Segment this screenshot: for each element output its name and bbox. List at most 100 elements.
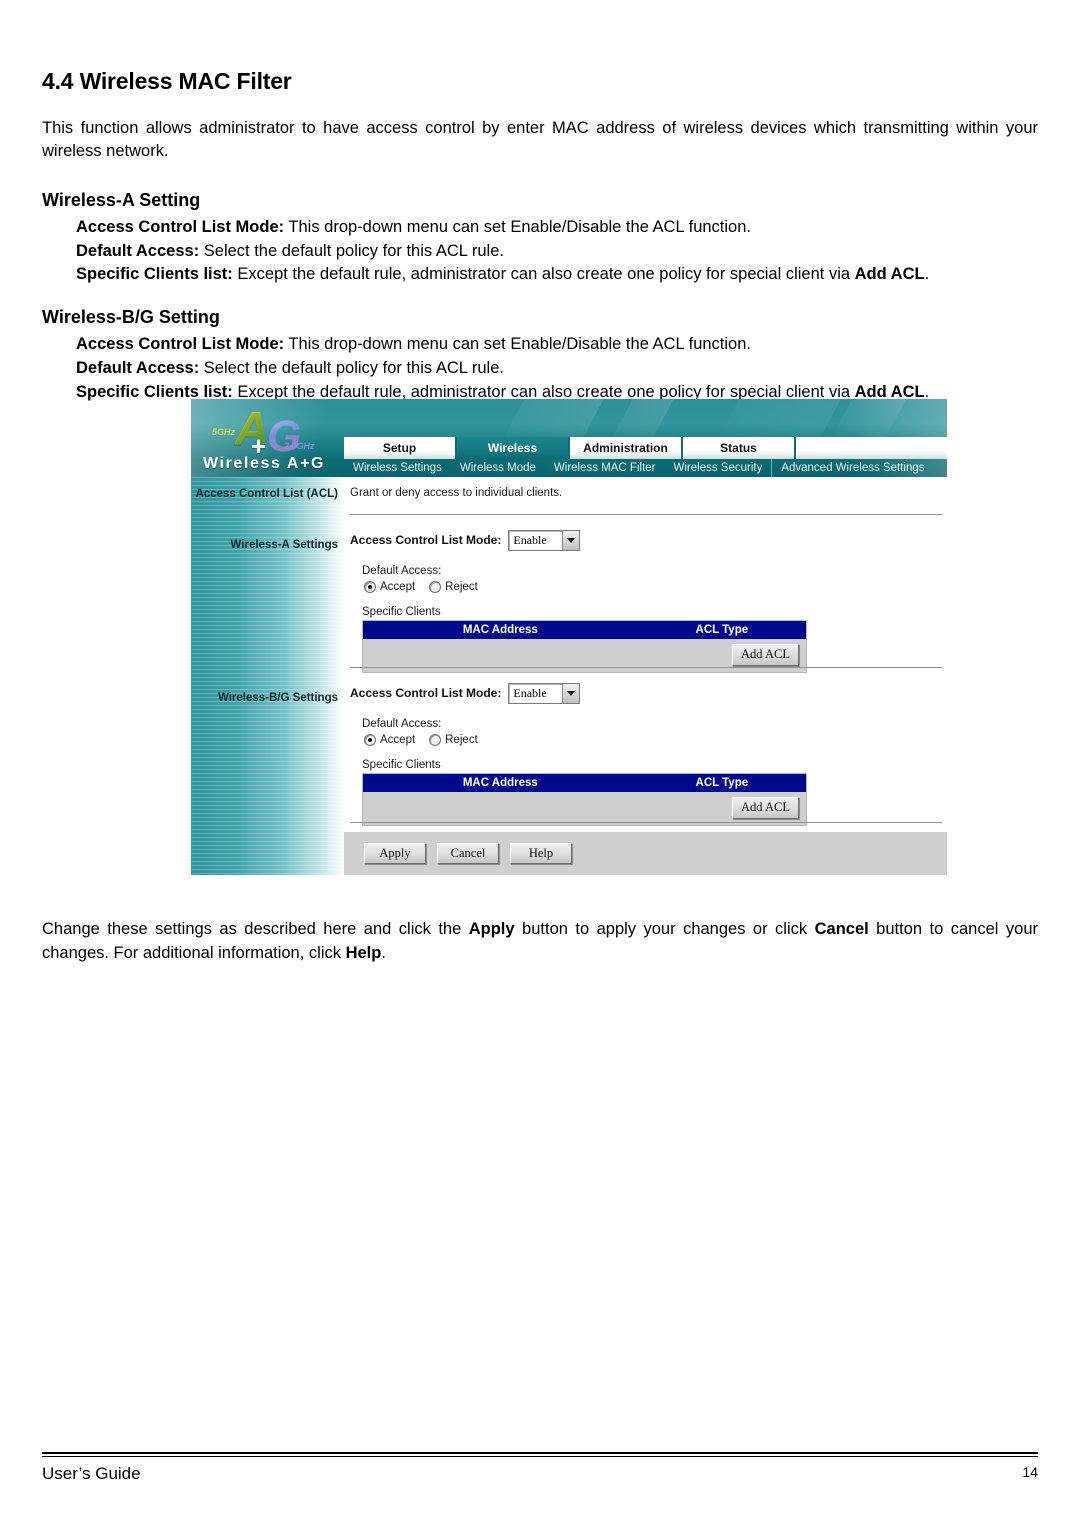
page-footer: User’s Guide 14 bbox=[42, 1452, 1038, 1484]
subtab-wireless-settings[interactable]: Wireless Settings bbox=[344, 459, 451, 477]
ui-fields-column: Grant or deny access to individual clien… bbox=[344, 477, 947, 875]
ui-side-label-column: Access Control List (ACL) Wireless-A Set… bbox=[191, 477, 344, 875]
definition-term-emphasis: Add ACL bbox=[854, 382, 925, 401]
default-access-label: Default Access: bbox=[362, 718, 442, 730]
wireless-ag-logo: 5GHz A G + 2.4GHz Wireless A+G bbox=[199, 403, 339, 475]
intro-paragraph: This function allows administrator to ha… bbox=[42, 119, 1038, 161]
outro-apply-emphasis: Apply bbox=[468, 920, 515, 938]
chevron-down-icon[interactable] bbox=[562, 683, 580, 703]
acl-mode-label: Access Control List Mode: bbox=[350, 533, 502, 547]
acl-mode-select-wireless-bg[interactable]: Enable bbox=[508, 682, 581, 704]
outro-part4: . bbox=[381, 943, 386, 962]
subtab-wireless-mode[interactable]: Wireless Mode bbox=[451, 459, 545, 477]
logo-24ghz-label: 2.4GHz bbox=[284, 441, 315, 451]
logo-letter-g: G bbox=[267, 412, 302, 461]
section-divider bbox=[350, 667, 942, 668]
definition-text-tail: . bbox=[924, 382, 930, 401]
definition-item: Default Access: Select the default polic… bbox=[76, 357, 1038, 381]
outro-help-emphasis: Help bbox=[345, 943, 382, 962]
subtab-wireless-mac-filter[interactable]: Wireless MAC Filter bbox=[545, 459, 665, 477]
radio-accept-wireless-bg[interactable]: Accept bbox=[364, 734, 415, 746]
definition-term: Access Control List Mode: bbox=[76, 335, 285, 354]
definition-item: Access Control List Mode: This drop-down… bbox=[76, 216, 1038, 240]
side-label-wireless-bg: Wireless-B/G Settings bbox=[217, 692, 338, 704]
section-divider bbox=[350, 514, 942, 515]
acl-description: Grant or deny access to individual clien… bbox=[350, 487, 563, 499]
column-header-mac-address: MAC Address bbox=[462, 777, 538, 789]
wireless-bg-settings-group: Access Control List Mode: Enable Default… bbox=[350, 682, 807, 826]
wireless-a-heading: Wireless-A Setting bbox=[42, 189, 201, 210]
definition-term: Default Access: bbox=[76, 358, 200, 377]
main-tab-bar: Setup Wireless Administration Status bbox=[344, 437, 947, 459]
tab-status[interactable]: Status bbox=[683, 437, 796, 459]
tab-administration[interactable]: Administration bbox=[570, 437, 683, 459]
ui-banner: 5GHz A G + 2.4GHz Wireless A+G Setup Wir… bbox=[191, 399, 947, 477]
footer-page-number: 14 bbox=[1022, 1463, 1038, 1480]
outro-part1: Change these settings as described here … bbox=[42, 920, 469, 938]
definition-item: Specific Clients list: Except the defaul… bbox=[76, 263, 1038, 287]
definition-term-emphasis: Add ACL bbox=[854, 265, 925, 284]
outro-part2: button to apply your changes or click bbox=[514, 920, 815, 938]
table-body-empty: Add ACL bbox=[363, 792, 806, 825]
radio-accept-wireless-a[interactable]: Accept bbox=[364, 581, 415, 593]
sub-tab-bar: Wireless Settings Wireless Mode Wireless… bbox=[344, 459, 934, 477]
radio-button-empty-icon[interactable] bbox=[429, 734, 442, 746]
definition-item: Default Access: Select the default polic… bbox=[76, 240, 1038, 264]
outro-paragraph: Change these settings as described here … bbox=[42, 918, 1038, 966]
definition-term: Access Control List Mode: bbox=[76, 217, 285, 236]
specific-clients-table-wireless-a: MAC Address ACL Type Add ACL bbox=[362, 620, 807, 673]
specific-clients-table-wireless-bg: MAC Address ACL Type Add ACL bbox=[362, 773, 807, 826]
acl-mode-row: Access Control List Mode: Enable bbox=[350, 529, 807, 551]
add-acl-button-wireless-a[interactable]: Add ACL bbox=[732, 644, 799, 666]
definition-text-tail: . bbox=[924, 265, 930, 284]
radio-button-filled-icon[interactable] bbox=[364, 734, 376, 746]
radio-button-empty-icon[interactable] bbox=[429, 581, 442, 593]
wireless-a-settings-group: Access Control List Mode: Enable Default… bbox=[350, 529, 807, 673]
radio-reject-wireless-bg[interactable]: Reject bbox=[429, 734, 478, 746]
subtab-wireless-security[interactable]: Wireless Security bbox=[665, 459, 772, 477]
ui-action-bar: Apply Cancel Help bbox=[344, 832, 947, 875]
footer-row: User’s Guide 14 bbox=[42, 1464, 1038, 1484]
acl-mode-label: Access Control List Mode: bbox=[350, 686, 502, 700]
footer-guide-label: User’s Guide bbox=[42, 1463, 141, 1483]
column-header-mac-address: MAC Address bbox=[462, 624, 538, 636]
acl-mode-row: Access Control List Mode: Enable bbox=[350, 682, 807, 704]
column-header-acl-type: ACL Type bbox=[695, 777, 749, 789]
radio-reject-label: Reject bbox=[445, 734, 478, 746]
wireless-a-definition-list: Access Control List Mode: This drop-down… bbox=[42, 216, 1038, 287]
section-divider bbox=[350, 822, 942, 823]
chevron-down-icon[interactable] bbox=[562, 530, 580, 550]
radio-button-filled-icon[interactable] bbox=[364, 581, 376, 593]
definition-text: Except the default rule, administrator c… bbox=[232, 265, 855, 284]
radio-reject-label: Reject bbox=[445, 581, 478, 593]
tab-wireless[interactable]: Wireless bbox=[457, 437, 570, 459]
radio-reject-wireless-a[interactable]: Reject bbox=[429, 581, 478, 593]
subtab-advanced-wireless-settings[interactable]: Advanced Wireless Settings bbox=[771, 459, 933, 477]
acl-mode-select-wireless-a[interactable]: Enable bbox=[508, 529, 581, 551]
add-acl-button-wireless-bg[interactable]: Add ACL bbox=[732, 797, 799, 819]
logo-5ghz-label: 5GHz bbox=[212, 427, 236, 437]
help-button[interactable]: Help bbox=[510, 842, 572, 865]
definition-term: Default Access: bbox=[76, 241, 200, 260]
default-access-radio-group-wireless-a: Accept Reject bbox=[364, 581, 807, 593]
acl-mode-selected-value: Enable bbox=[513, 685, 547, 700]
footer-divider bbox=[42, 1452, 1038, 1457]
definition-item: Access Control List Mode: This drop-down… bbox=[76, 333, 1038, 357]
logo-wordmark: Wireless A+G bbox=[203, 455, 326, 472]
radio-accept-label: Accept bbox=[380, 734, 416, 746]
cancel-button[interactable]: Cancel bbox=[437, 842, 499, 865]
definition-term: Specific Clients list: bbox=[76, 382, 233, 401]
document-page: 4.4 Wireless MAC Filter This function al… bbox=[0, 0, 1080, 1528]
specific-clients-label: Specific Clients bbox=[362, 606, 441, 618]
definition-text: This drop-down menu can set Enable/Disab… bbox=[284, 335, 751, 354]
ui-content-area: Access Control List (ACL) Wireless-A Set… bbox=[191, 477, 947, 875]
default-access-label: Default Access: bbox=[362, 565, 442, 577]
page-title: 4.4 Wireless MAC Filter bbox=[42, 68, 292, 94]
acl-mode-selected-value: Enable bbox=[513, 532, 547, 547]
tab-setup[interactable]: Setup bbox=[344, 437, 457, 459]
side-label-wireless-a: Wireless-A Settings bbox=[230, 539, 338, 551]
table-header-row: MAC Address ACL Type bbox=[363, 621, 806, 639]
default-access-radio-group-wireless-bg: Accept Reject bbox=[364, 734, 807, 746]
radio-accept-label: Accept bbox=[380, 581, 416, 593]
apply-button[interactable]: Apply bbox=[364, 842, 426, 865]
